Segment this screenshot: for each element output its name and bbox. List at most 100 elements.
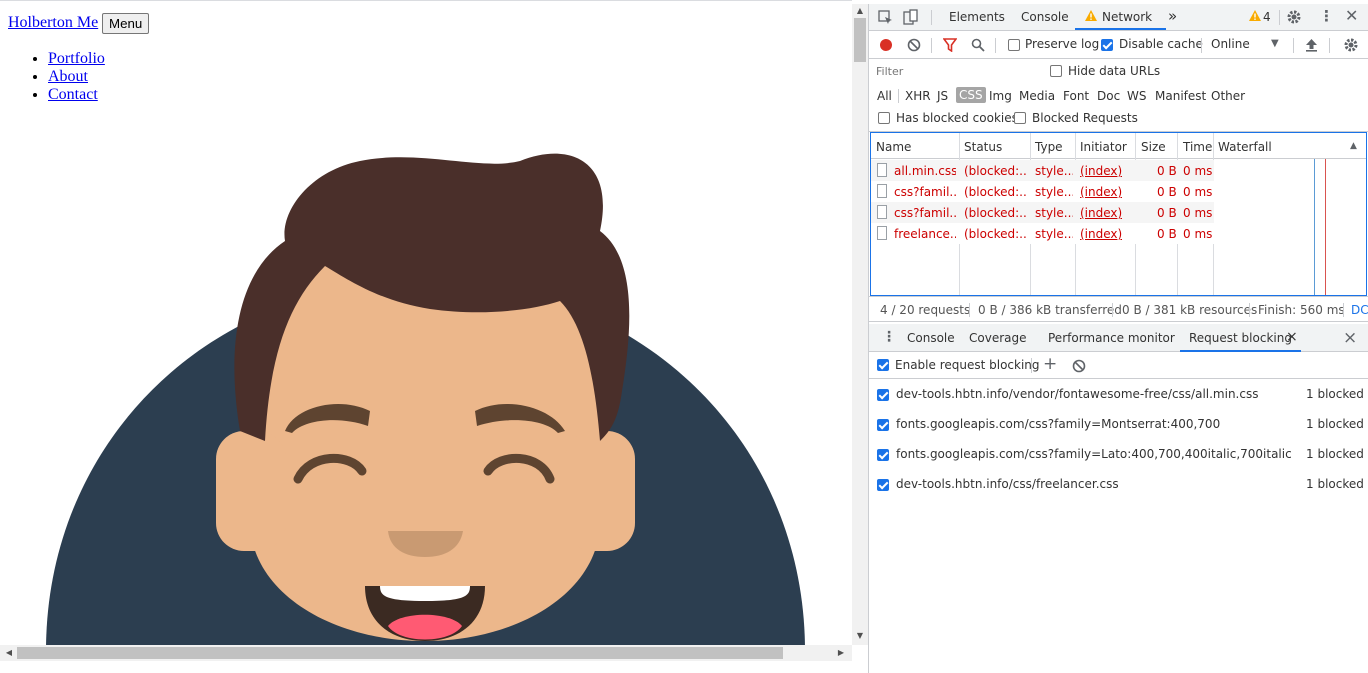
preserve-log-label[interactable]: Preserve log xyxy=(1025,37,1099,51)
pattern-checkbox[interactable] xyxy=(877,479,889,491)
brand-link[interactable]: Holberton Me xyxy=(8,14,98,32)
has-blocked-cookies-checkbox[interactable] xyxy=(878,112,890,124)
request-blocking-toolbar: Enable request blocking + xyxy=(869,352,1368,379)
hide-data-urls-checkbox[interactable] xyxy=(1050,65,1062,77)
vertical-scroll-thumb[interactable] xyxy=(854,18,866,62)
drawer-tab-coverage[interactable]: Coverage xyxy=(969,331,1027,345)
sort-ascending-icon[interactable]: ▲ xyxy=(1350,141,1357,151)
tab-console[interactable]: Console xyxy=(1021,10,1069,24)
close-devtools-icon[interactable]: ✕ xyxy=(1345,6,1358,25)
pattern-url[interactable]: fonts.googleapis.com/css?family=Montserr… xyxy=(896,417,1220,431)
hide-data-urls-label[interactable]: Hide data URLs xyxy=(1068,64,1160,78)
close-tab-icon[interactable]: × xyxy=(1286,329,1298,345)
type-ws[interactable]: WS xyxy=(1127,89,1146,103)
enable-request-blocking-label[interactable]: Enable request blocking xyxy=(895,358,1040,372)
import-har-icon[interactable] xyxy=(1305,38,1318,52)
col-type[interactable]: Type xyxy=(1035,140,1063,154)
drawer-tab-performance-monitor[interactable]: Performance monitor xyxy=(1048,331,1175,345)
remove-all-patterns-icon[interactable] xyxy=(1072,359,1086,373)
enable-request-blocking-checkbox[interactable] xyxy=(877,359,889,371)
request-initiator[interactable]: (index) xyxy=(1080,227,1122,241)
device-toolbar-icon[interactable] xyxy=(903,9,919,25)
nav-link-about[interactable]: About xyxy=(48,68,88,85)
type-font[interactable]: Font xyxy=(1063,89,1089,103)
request-initiator[interactable]: (index) xyxy=(1080,164,1122,178)
table-row[interactable]: all.min.css (blocked:... style... (index… xyxy=(871,160,1214,181)
col-initiator[interactable]: Initiator xyxy=(1080,140,1127,154)
pattern-url[interactable]: dev-tools.hbtn.info/vendor/fontawesome-f… xyxy=(896,387,1258,401)
type-img[interactable]: Img xyxy=(989,89,1012,103)
nav-link-contact[interactable]: Contact xyxy=(48,86,98,103)
type-doc[interactable]: Doc xyxy=(1097,89,1120,103)
tab-network[interactable]: Network xyxy=(1102,10,1152,24)
type-manifest[interactable]: Manifest xyxy=(1155,89,1206,103)
chevron-down-icon[interactable]: ▼ xyxy=(1271,38,1279,49)
pattern-checkbox[interactable] xyxy=(877,419,889,431)
request-initiator[interactable]: (index) xyxy=(1080,206,1122,220)
table-row[interactable]: freelance... (blocked:... style... (inde… xyxy=(871,223,1214,244)
nav-link-portfolio[interactable]: Portfolio xyxy=(48,50,105,67)
filter-input[interactable] xyxy=(874,62,1036,80)
filter-icon[interactable] xyxy=(943,38,957,52)
type-other[interactable]: Other xyxy=(1211,89,1245,103)
inspect-element-icon[interactable] xyxy=(878,10,893,25)
network-settings-icon[interactable] xyxy=(1343,37,1359,53)
drawer-tab-console[interactable]: Console xyxy=(907,331,955,345)
horizontal-scroll-thumb[interactable] xyxy=(17,647,783,659)
scroll-down-icon[interactable]: ▼ xyxy=(852,629,868,643)
more-tabs-icon[interactable]: » xyxy=(1168,7,1177,25)
request-name[interactable]: css?famil... xyxy=(894,185,956,199)
pattern-url[interactable]: dev-tools.hbtn.info/css/freelancer.css xyxy=(896,477,1119,491)
table-row[interactable]: css?famil... (blocked:... style... (inde… xyxy=(871,202,1214,223)
type-js[interactable]: JS xyxy=(937,89,948,103)
search-icon[interactable] xyxy=(971,38,985,52)
disable-cache-checkbox[interactable] xyxy=(1101,39,1113,51)
has-blocked-cookies-label[interactable]: Has blocked cookies xyxy=(896,111,1018,125)
menu-button[interactable]: Menu xyxy=(102,13,150,34)
scroll-up-icon[interactable]: ▲ xyxy=(852,4,868,18)
list-item[interactable]: fonts.googleapis.com/css?family=Lato:400… xyxy=(869,440,1368,470)
kebab-menu-icon[interactable]: ⋮ xyxy=(1319,7,1334,25)
settings-gear-icon[interactable] xyxy=(1286,9,1302,25)
col-size[interactable]: Size xyxy=(1141,140,1166,154)
tab-elements[interactable]: Elements xyxy=(949,10,1005,24)
warning-icon[interactable] xyxy=(1249,10,1261,24)
vertical-scrollbar[interactable]: ▲ ▼ xyxy=(852,4,868,645)
request-name[interactable]: css?famil... xyxy=(894,206,956,220)
list-item[interactable]: dev-tools.hbtn.info/css/freelancer.css 1… xyxy=(869,470,1368,500)
pattern-checkbox[interactable] xyxy=(877,449,889,461)
disable-cache-label[interactable]: Disable cache xyxy=(1119,37,1203,51)
warning-count[interactable]: 4 xyxy=(1263,10,1271,24)
col-name[interactable]: Name xyxy=(876,140,911,154)
list-item[interactable]: dev-tools.hbtn.info/vendor/fontawesome-f… xyxy=(869,380,1368,410)
request-status: (blocked:... xyxy=(964,227,1026,241)
request-name[interactable]: freelance... xyxy=(894,227,956,241)
drawer-menu-icon[interactable]: ⋮ xyxy=(882,329,896,345)
pattern-url[interactable]: fonts.googleapis.com/css?family=Lato:400… xyxy=(896,447,1292,461)
scroll-right-icon[interactable]: ▶ xyxy=(834,645,848,661)
type-media[interactable]: Media xyxy=(1019,89,1055,103)
col-status[interactable]: Status xyxy=(964,140,1002,154)
pattern-checkbox[interactable] xyxy=(877,389,889,401)
preserve-log-checkbox[interactable] xyxy=(1008,39,1020,51)
blocked-requests-label[interactable]: Blocked Requests xyxy=(1032,111,1138,125)
scroll-left-icon[interactable]: ◀ xyxy=(2,645,16,661)
type-css[interactable]: CSS xyxy=(956,87,986,103)
col-time[interactable]: Time xyxy=(1183,140,1212,154)
drawer-tab-request-blocking[interactable]: Request blocking xyxy=(1189,331,1292,345)
type-all[interactable]: All xyxy=(877,89,892,103)
horizontal-scrollbar[interactable]: ◀ ▶ xyxy=(0,645,852,661)
clear-icon[interactable] xyxy=(907,38,921,52)
col-waterfall[interactable]: Waterfall xyxy=(1218,140,1272,154)
request-initiator[interactable]: (index) xyxy=(1080,185,1122,199)
request-time: 0 ms xyxy=(1183,185,1213,199)
blocked-requests-checkbox[interactable] xyxy=(1014,112,1026,124)
table-row[interactable]: css?famil... (blocked:... style... (inde… xyxy=(871,181,1214,202)
type-xhr[interactable]: XHR xyxy=(905,89,931,103)
record-icon[interactable] xyxy=(879,38,893,52)
close-drawer-icon[interactable]: × xyxy=(1343,328,1357,348)
list-item[interactable]: fonts.googleapis.com/css?family=Montserr… xyxy=(869,410,1368,440)
add-pattern-icon[interactable]: + xyxy=(1043,354,1057,374)
throttling-select[interactable]: Online xyxy=(1211,37,1250,51)
request-name[interactable]: all.min.css xyxy=(894,164,956,178)
